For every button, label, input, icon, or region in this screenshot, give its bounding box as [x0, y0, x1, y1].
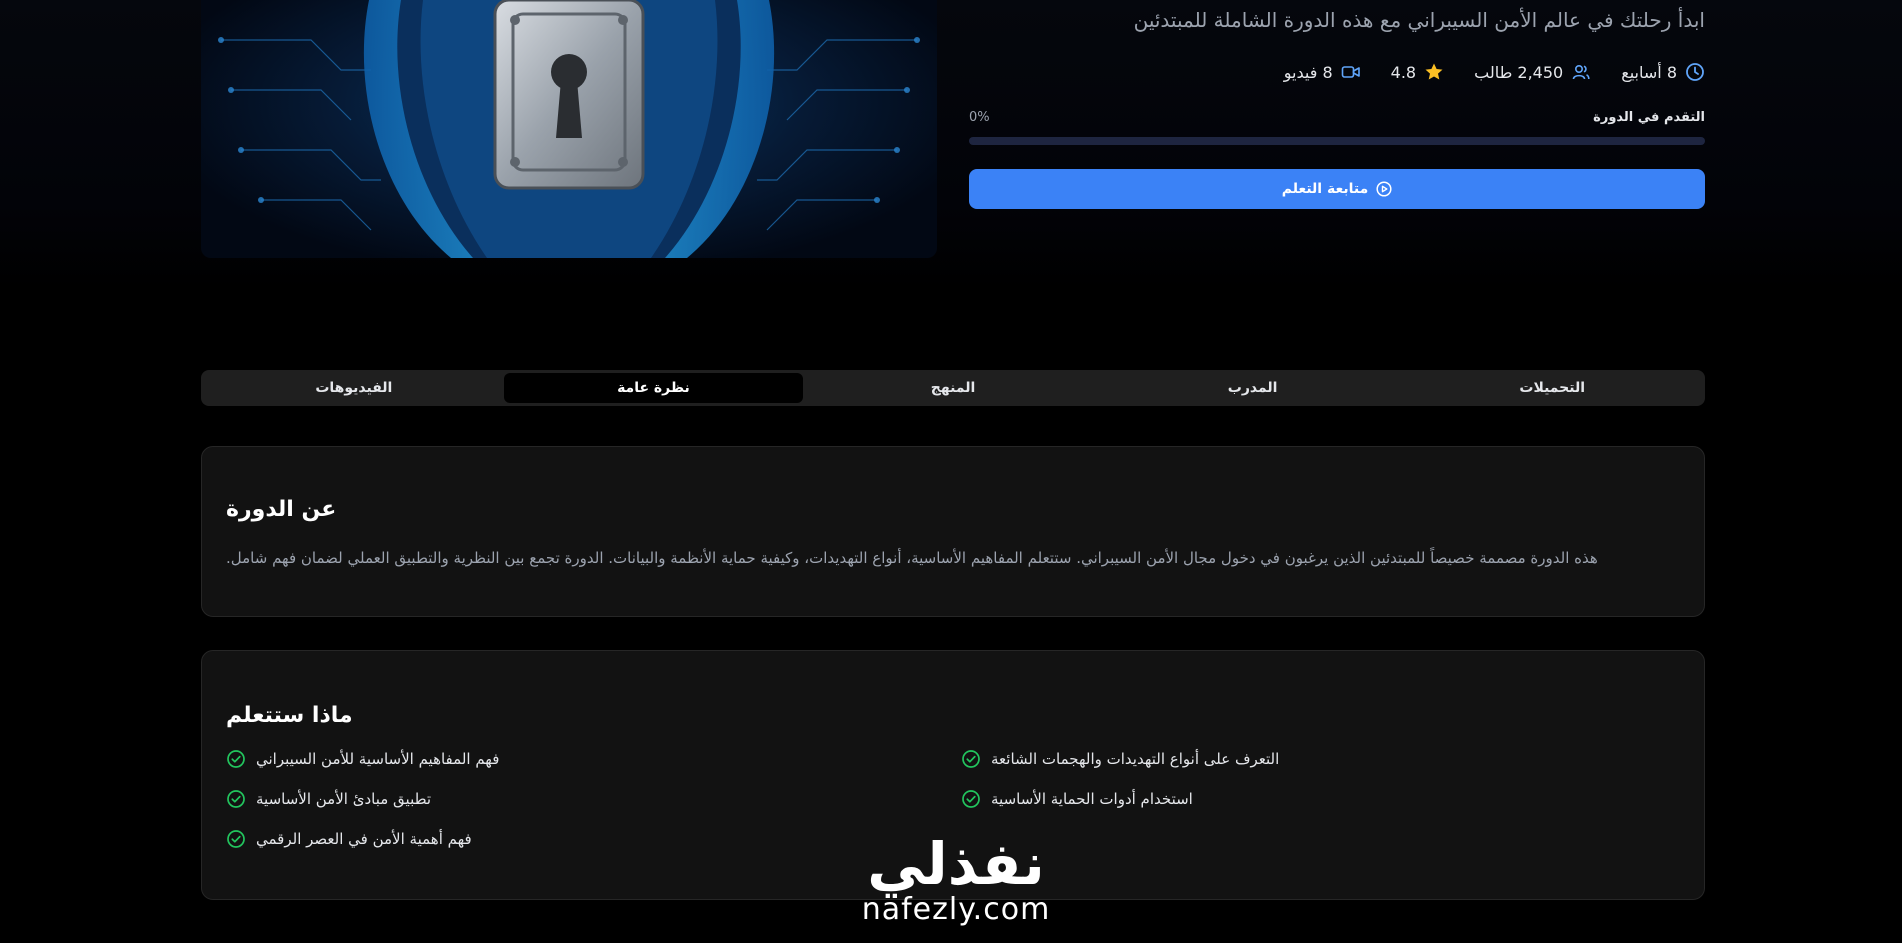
course-tabs: التحميلات المدرب المنهج نظرة عامة الفيدي…: [201, 370, 1705, 406]
course-meta: 8 أسابيع 2,450 طالب 4.8 8 فيديو: [1284, 62, 1705, 82]
about-title: عن الدورة: [226, 497, 337, 522]
about-course-card: عن الدورة هذه الدورة مصممة خصيصاً للمبتد…: [201, 446, 1705, 617]
learn-item-text: فهم أهمية الأمن في العصر الرقمي: [256, 830, 472, 848]
nafezly-watermark: نفذلي nafezly.com: [840, 835, 1072, 926]
students-value: 2,450 طالب: [1474, 62, 1564, 82]
check-circle-icon: [962, 790, 980, 808]
star-icon: [1425, 63, 1443, 80]
play-circle-icon: [1376, 181, 1392, 197]
progress-percent: 0%: [969, 110, 990, 125]
learn-item-text: استخدام أدوات الحماية الأساسية: [991, 790, 1193, 808]
tab-overview[interactable]: نظرة عامة: [503, 373, 804, 403]
learn-item-text: فهم المفاهيم الأساسية للأمن السيبراني: [256, 750, 500, 768]
progress-label: التقدم في الدورة: [1593, 110, 1705, 125]
duration-value: 8 أسابيع: [1621, 62, 1677, 82]
progress-bar: [969, 137, 1705, 145]
clock-icon: [1686, 63, 1704, 81]
learn-item-text: تطبيق مبادئ الأمن الأساسية: [256, 790, 432, 808]
learn-item: استخدام أدوات الحماية الأساسية: [961, 789, 1193, 809]
learn-item: تطبيق مبادئ الأمن الأساسية: [226, 789, 431, 809]
about-description: هذه الدورة مصممة خصيصاً للمبتدئين الذين …: [226, 549, 1598, 567]
tab-instructor[interactable]: المدرب: [1103, 373, 1403, 403]
meta-rating: 4.8: [1391, 62, 1444, 82]
check-circle-icon: [962, 750, 980, 768]
continue-learning-button[interactable]: متابعة التعلم: [969, 169, 1705, 209]
users-icon: [1572, 64, 1590, 80]
learn-item: فهم أهمية الأمن في العصر الرقمي: [226, 829, 472, 849]
meta-videos: 8 فيديو: [1284, 62, 1361, 82]
tab-videos[interactable]: الفيديوهات: [204, 373, 504, 403]
learn-item-text: التعرف على أنواع التهديدات والهجمات الشا…: [991, 750, 1280, 768]
meta-duration: 8 أسابيع: [1621, 62, 1705, 82]
rating-value: 4.8: [1390, 62, 1417, 82]
check-circle-icon: [227, 830, 245, 848]
videos-value: 8 فيديو: [1283, 62, 1333, 82]
course-cover-image: [201, 0, 937, 258]
learn-item: فهم المفاهيم الأساسية للأمن السيبراني: [226, 749, 499, 769]
continue-learning-label: متابعة التعلم: [1281, 181, 1369, 197]
watermark-latin: nafezly.com: [861, 892, 1051, 927]
tab-downloads[interactable]: التحميلات: [1402, 373, 1702, 403]
learn-item: التعرف على أنواع التهديدات والهجمات الشا…: [961, 749, 1279, 769]
learn-title: ماذا ستتعلم: [226, 703, 353, 728]
tab-curriculum[interactable]: المنهج: [803, 373, 1103, 403]
watermark-arabic: نفذلي: [867, 830, 1045, 898]
shield-padlock-icon: [218, 0, 920, 258]
video-camera-icon: [1341, 66, 1360, 78]
course-hero: ابدأ رحلتك في عالم الأمن السيبراني مع هذ…: [0, 0, 1902, 290]
meta-students: 2,450 طالب: [1474, 62, 1591, 82]
check-circle-icon: [227, 790, 245, 808]
course-subtitle: ابدأ رحلتك في عالم الأمن السيبراني مع هذ…: [1133, 8, 1705, 32]
check-circle-icon: [227, 750, 245, 768]
